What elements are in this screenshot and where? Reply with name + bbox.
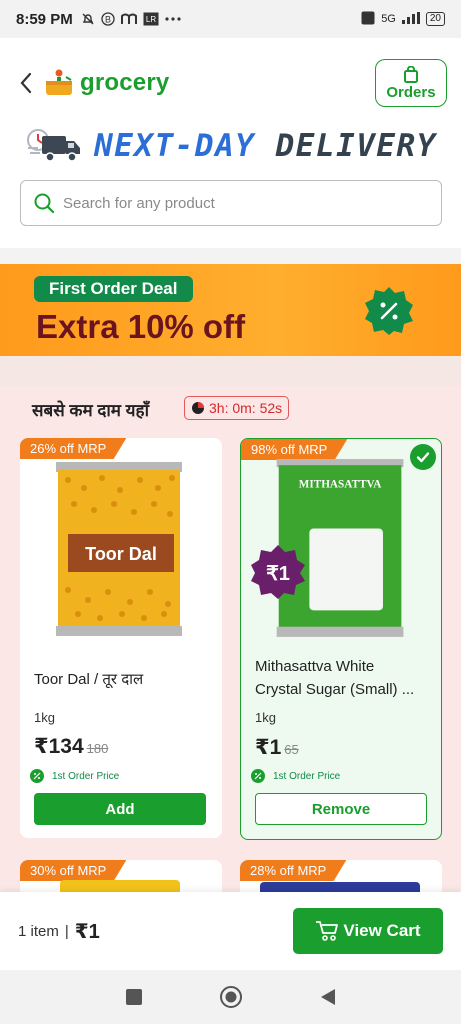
pack-label: MITHASATTVA [299,479,382,491]
product-card-mithasattva-sugar[interactable]: 98% off MRP MITHASATTVA ₹1 Mithasattva W… [240,438,442,840]
toor-dal-pack-image: Toor Dal [56,462,182,636]
product-quantity: 1kg [34,710,55,725]
deal-headline: Extra 10% off [36,308,246,345]
discount-icon [30,769,44,783]
selected-check-icon [410,444,436,470]
product-card-3[interactable]: 30% off MRP [20,860,222,892]
m-app-icon [120,13,137,25]
system-icons: 5G 20 [361,11,445,28]
status-bar: 8:59 PM B LR 5G 20 [0,0,461,38]
current-price: ₹134 [34,735,84,758]
lr-app-icon: LR [143,12,159,26]
original-price: 65 [284,742,299,757]
system-nav-bar [0,970,461,1024]
delivery-word-delivery: DELIVERY [275,128,437,164]
cart-total: ₹1 [74,920,100,943]
first-order-price: 1st Order Price [251,769,340,783]
network-label: 5G [381,13,396,25]
product-name: Toor Dal / तूर दाल [34,671,144,688]
discount-tag: 30% off MRP [20,860,127,881]
view-cart-button[interactable]: View Cart [293,908,443,954]
cart-bar: 1 item | ₹1 View Cart [0,892,461,970]
deal-pill: First Order Deal [34,276,193,302]
home-circle-icon[interactable] [219,985,243,1009]
countdown-timer: 3h: 0m: 52s [184,396,290,420]
remove-button[interactable]: Remove [255,793,427,825]
section-title: सबसे कम दाम यहाँ [32,401,149,420]
original-price: 180 [86,741,109,756]
product-name: Mithasattva White Crystal Sugar (Small) … [255,655,414,701]
search-input[interactable] [63,194,429,212]
product-image-partial [60,880,180,892]
product-card-toor-dal[interactable]: 26% off MRP Toor Dal Toor Dal / तूर दाल … [20,438,222,838]
shopping-bag-icon [404,65,418,83]
volte-icon [361,11,375,28]
first-order-price: 1st Order Price [30,769,119,783]
product-card-4[interactable]: 28% off MRP [240,860,442,892]
deals-section: सबसे कम दाम यहाँ 3h: 0m: 52s 26% off MRP… [0,386,461,892]
price-badge-text: ₹1 [266,563,290,585]
section-spacer [0,356,461,386]
product-quantity: 1kg [255,710,276,725]
b-app-icon: B [101,12,115,26]
search-icon [34,193,55,214]
alarm-off-icon [81,12,95,26]
timer-icon [192,402,204,414]
svg-text:LR: LR [146,15,156,24]
percent-badge-icon [365,287,413,335]
orders-button[interactable]: Orders [375,59,447,107]
search-bar[interactable] [20,180,442,226]
price-row: ₹1 65 [255,735,299,760]
more-dots-icon [165,17,181,21]
divider [0,248,461,264]
chevron-left-icon [20,72,32,94]
back-triangle-icon[interactable] [319,987,337,1007]
recents-square-icon[interactable] [125,988,143,1006]
first-order-label: 1st Order Price [52,770,120,782]
product-name-line2: Crystal Sugar (Small) ... [255,681,415,698]
delivery-headline: NEXT-DAY DELIVERY [94,128,437,164]
back-button[interactable] [14,71,38,95]
discount-icon [251,769,265,783]
price-badge-icon: ₹1 [251,545,305,599]
delivery-word-next-day: NEXT-DAY [94,128,256,164]
discount-tag: 28% off MRP [240,860,347,881]
product-name-line1: Mithasattva White [255,658,375,675]
signal-icon [401,11,420,27]
app-header: grocery Orders [0,38,461,128]
add-button[interactable]: Add [34,793,206,825]
discount-tag: 26% off MRP [20,438,127,459]
grocery-logo: grocery [44,68,169,98]
status-time: 8:59 PM [16,10,73,28]
cart-separator: | [64,922,69,940]
notification-icons: B LR [81,12,181,26]
logo-text: grocery [80,69,170,96]
pack-label: Toor Dal [85,544,157,564]
current-price: ₹1 [255,736,282,759]
product-image-partial [260,882,420,892]
cart-icon [316,921,339,941]
first-order-label: 1st Order Price [273,770,341,782]
price-row: ₹134 180 [34,734,108,759]
timer-value: 3h: 0m: 52s [209,400,283,416]
delivery-truck-icon [27,129,81,162]
battery-icon: 20 [425,12,445,26]
orders-label: Orders [386,83,436,101]
grocery-basket-icon [46,69,72,95]
svg-text:B: B [105,15,111,25]
view-cart-label: View Cart [343,921,421,940]
cart-item-count: 1 item [18,922,59,940]
next-day-delivery-banner: NEXT-DAY DELIVERY [0,124,461,168]
